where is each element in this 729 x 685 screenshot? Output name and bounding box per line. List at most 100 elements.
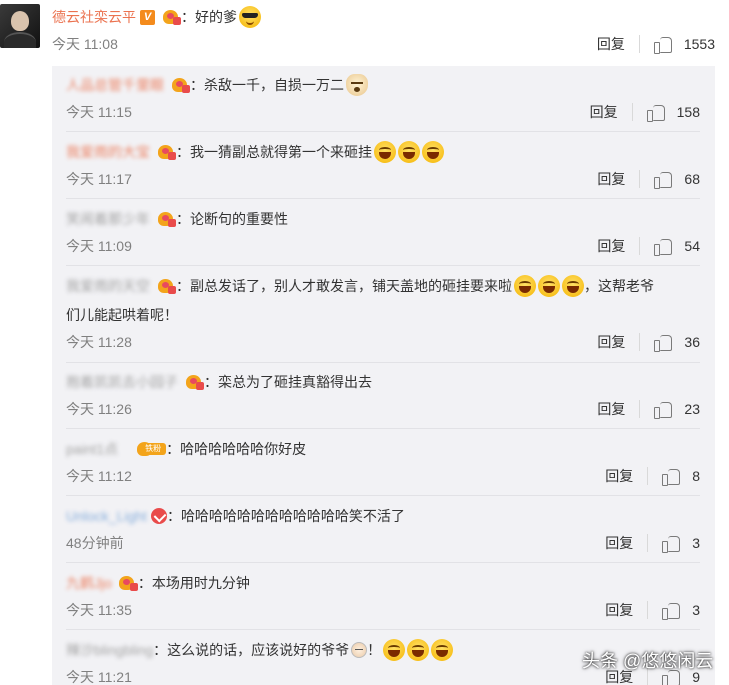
reply-button[interactable]: 回复 (605, 533, 633, 553)
fan-badge-icon: 铁粉 (122, 441, 167, 457)
divider (647, 534, 649, 552)
thumbs-up-icon[interactable] (662, 601, 682, 620)
like-count: 23 (684, 401, 700, 417)
reply-time: 今天 11:17 (66, 171, 132, 187)
laugh-emoji-icon (398, 141, 420, 163)
main-comment: 德云社栾云平 V ： 好的爹 今天 11:08 回复 1553 (0, 0, 729, 62)
reply-button[interactable]: 回复 (597, 169, 625, 189)
comment-text: 好的爹 (195, 9, 237, 25)
reply-text: 我一猜副总就得第一个来砸挂 (190, 144, 372, 160)
colon: ： (137, 575, 152, 591)
laugh-emoji-icon (431, 639, 454, 661)
reply-divider (66, 629, 700, 630)
reply-meta: 48分钟前 回复 3 (66, 533, 700, 553)
reply-actions: 回复 3 (605, 533, 700, 553)
reply-username[interactable]: 人品总管千里眼 (66, 75, 164, 95)
reply-time: 今天 11:09 (66, 238, 132, 254)
reply-username[interactable]: 我爱雨的大宝 (66, 142, 150, 162)
reply-divider (66, 428, 700, 429)
reply-meta: 今天 11:26 回复 23 (66, 399, 700, 419)
reply-divider (66, 265, 700, 266)
thumbs-up-icon[interactable] (654, 170, 674, 189)
laugh-emoji-icon (383, 639, 406, 661)
reply-username[interactable]: 我爱雨的天空 (66, 276, 150, 296)
reply-divider (66, 198, 700, 199)
reply-text: 哈哈哈哈哈哈哈哈哈哈哈哈笑不活了 (180, 508, 405, 524)
reply-time: 今天 11:35 (66, 602, 132, 618)
colon: ： (166, 508, 181, 524)
reply-button[interactable]: 回复 (597, 236, 625, 256)
reply-username[interactable]: Unlock_Light (66, 508, 147, 524)
fan-badge-icon (154, 144, 176, 160)
comment-time: 今天 11:08 (52, 36, 118, 52)
thumbs-up-icon[interactable] (662, 534, 682, 553)
reply-meta: 今天 11:12 回复 8 (66, 466, 700, 486)
username[interactable]: 德云社栾云平 (52, 7, 136, 27)
reply-username[interactable]: paint1点 (66, 439, 118, 459)
like-count: 3 (692, 602, 700, 618)
laugh-emoji-icon (562, 275, 584, 297)
like-count: 68 (684, 171, 700, 187)
fan-badge-icon (116, 575, 138, 591)
avatar[interactable] (0, 4, 40, 48)
reply-divider (66, 495, 700, 496)
reply-actions: 回复 36 (597, 332, 700, 352)
reply-text: 副总发话了，别人才敢发言，铺天盖地的砸挂要来啦 (190, 278, 512, 294)
check-badge-icon (150, 508, 167, 524)
cool-emoji-icon (239, 6, 261, 28)
divider (647, 467, 649, 485)
reply-button[interactable]: 回复 (597, 399, 625, 419)
reply-text: 杀敌一千，自损一万二 (204, 77, 344, 93)
fan-badge-icon (154, 278, 176, 294)
reply-line: 九鹤Jjo ： 本场用时九分钟 (66, 572, 250, 594)
laugh-emoji-icon (514, 275, 536, 297)
watermark: 头条 @悠悠闲云 (582, 651, 714, 671)
main-comment-line: 德云社栾云平 V ： 好的爹 (52, 6, 261, 28)
reply-line: 我爱雨的天空 ： 副总发话了，别人才敢发言，铺天盖地的砸挂要来啦 ，这帮老爷 (66, 275, 654, 297)
divider (639, 237, 641, 255)
reply-button[interactable]: 回复 (605, 466, 633, 486)
reply-username[interactable]: 笑闹着那少年 (66, 209, 150, 229)
reply-time: 今天 11:21 (66, 669, 132, 685)
colon: ： (181, 9, 195, 25)
like-count: 3 (692, 535, 700, 551)
verified-badge-icon: V (140, 9, 155, 25)
reply-meta: 今天 11:35 回复 3 (66, 600, 700, 620)
reply-button[interactable]: 回复 (590, 102, 618, 122)
reply-username[interactable]: 抱着凯凯去小园子 (66, 372, 178, 392)
reply-divider (66, 362, 700, 363)
thumbs-up-icon[interactable] (653, 35, 674, 54)
reply-text: 论断句的重要性 (190, 211, 288, 227)
thumbs-up-icon[interactable] (646, 103, 667, 122)
reply-line: 抱着凯凯去小园子 ： 栾总为了砸挂真豁得出去 (66, 371, 372, 393)
like-count: 158 (676, 104, 700, 120)
reply-line: 人品总管千里眼 ： 杀敌一千，自损一万二 (66, 74, 368, 96)
laugh-emoji-icon (374, 141, 396, 163)
fan-badge-icon (159, 9, 181, 25)
reply-meta: 今天 11:09 回复 54 (66, 236, 700, 256)
reply-username[interactable]: 九鹤Jjo (66, 573, 112, 593)
reply-text-line2: 们儿能起哄着呢！ (66, 307, 178, 323)
colon: ： (153, 642, 168, 658)
colon: ： (176, 211, 190, 227)
like-count: 1553 (683, 36, 715, 52)
thumbs-up-icon[interactable] (662, 467, 682, 486)
reply-actions: 回复 3 (605, 600, 700, 620)
reply-username[interactable]: 辣沙blingbling (66, 640, 153, 660)
reply-button[interactable]: 回复 (597, 34, 625, 54)
thumbs-up-icon[interactable] (654, 400, 674, 419)
reply-actions: 回复 68 (597, 169, 700, 189)
divider (639, 400, 641, 418)
doge-emoji-icon (346, 74, 368, 96)
fan-badge-icon (154, 211, 176, 227)
reply-text: 栾总为了砸挂真豁得出去 (218, 374, 372, 390)
reply-button[interactable]: 回复 (597, 332, 625, 352)
reply-actions: 回复 23 (597, 399, 700, 419)
reply-actions: 回复 54 (597, 236, 700, 256)
reply-divider (66, 131, 700, 132)
thumbs-up-icon[interactable] (654, 333, 674, 352)
colon: ： (176, 144, 190, 160)
thumbs-up-icon[interactable] (654, 237, 674, 256)
reply-button[interactable]: 回复 (605, 600, 633, 620)
divider (647, 601, 649, 619)
